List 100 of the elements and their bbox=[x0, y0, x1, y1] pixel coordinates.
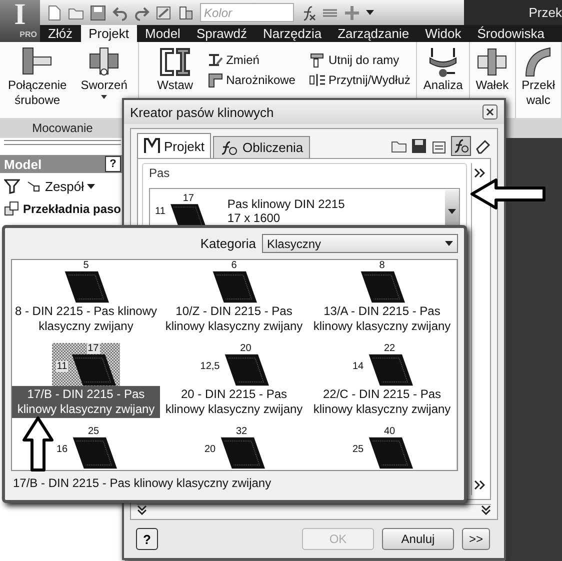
frame-profile-icon[interactable] bbox=[159, 46, 192, 78]
belt-section-icon bbox=[70, 354, 116, 386]
dimension-label: 6 bbox=[230, 260, 238, 271]
dimension-label: 25 bbox=[87, 426, 100, 437]
belt-item[interactable]: 12,5 20 20 - DIN 2215 - Pas klinowy klasyczny zwijany bbox=[160, 343, 308, 418]
dimension-label: 11 bbox=[56, 361, 68, 372]
dimension-label: 5 bbox=[82, 260, 90, 271]
window-title: Przek bbox=[528, 5, 562, 20]
assembly-icon[interactable] bbox=[4, 201, 20, 217]
close-icon[interactable] bbox=[482, 104, 498, 120]
ribbon-button[interactable]: Przytnij/Wydłuż bbox=[309, 72, 410, 88]
belt-section-icon bbox=[70, 437, 117, 469]
panel-label: Mocowanie bbox=[31, 120, 94, 137]
dimension-label: 22 bbox=[383, 343, 396, 354]
help-button[interactable]: ? bbox=[136, 528, 158, 550]
change-frame-icon[interactable] bbox=[207, 52, 224, 68]
dialog-tab[interactable]: Obliczenia bbox=[213, 136, 310, 158]
ribbon-button[interactable]: Połączenie śrubowe bbox=[8, 46, 67, 118]
belt-section-icon bbox=[63, 271, 109, 303]
beam-analysis-icon[interactable] bbox=[427, 46, 460, 78]
dialog-button[interactable]: Anuluj bbox=[382, 528, 454, 550]
dimension-label: 17 bbox=[86, 343, 100, 354]
status-text: 17/B - DIN 2215 - Pas klinowy klasyczny zwijany bbox=[12, 475, 272, 492]
calculation-icon bbox=[453, 138, 469, 154]
belt-section-icon bbox=[222, 354, 269, 386]
assembly-view-dropdown[interactable]: Zespół bbox=[26, 178, 96, 194]
dimension-label: 8 bbox=[378, 260, 386, 271]
ribbon-button[interactable]: Narożnikowe bbox=[207, 72, 296, 88]
undo-icon[interactable] bbox=[112, 4, 128, 20]
category-select[interactable]: Klasyczny bbox=[262, 234, 458, 253]
belt-name: 10/Z - DIN 2215 - Pas klinowy klasyczny zwijany bbox=[164, 303, 304, 335]
part-select-icon[interactable] bbox=[178, 4, 194, 20]
plus-icon[interactable] bbox=[344, 4, 360, 20]
ribbon-tab[interactable]: Narzędzia bbox=[255, 25, 330, 42]
dimension-label: 40 bbox=[383, 426, 396, 437]
redo-icon[interactable] bbox=[134, 4, 150, 20]
ribbon-button[interactable]: Sworzeń bbox=[80, 46, 128, 118]
calculation-icon bbox=[220, 140, 238, 156]
tree-item[interactable]: Przekładnia paso bbox=[0, 199, 125, 219]
ribbon-tab[interactable]: Złóż bbox=[40, 25, 81, 42]
caret-icon bbox=[87, 184, 96, 188]
caret-icon bbox=[448, 208, 456, 214]
belt-name: 13/A - DIN 2215 - Pas klinowy klasyczny zwijany bbox=[312, 303, 452, 335]
belt-name: 17/B - DIN 2215 - Pas klinowy klasyczny zwijany bbox=[12, 386, 160, 418]
extend-icon[interactable] bbox=[309, 72, 326, 88]
ribbon-button[interactable]: Zmień bbox=[207, 52, 296, 68]
save-icon[interactable] bbox=[90, 4, 106, 20]
filter-icon[interactable] bbox=[4, 178, 20, 194]
expand-icon[interactable] bbox=[474, 167, 484, 179]
belt-item[interactable]: 25 40 bbox=[308, 426, 456, 469]
belt-name: 22/C - DIN 2215 - Pas klinowy klasyczny zwijany bbox=[312, 386, 452, 418]
belt-item[interactable]: 14 22 22/C - DIN 2215 - Pas klinowy klasyczny zwijany bbox=[308, 343, 456, 418]
pin-icon[interactable] bbox=[88, 46, 120, 78]
dimension-label: 32 bbox=[235, 426, 248, 437]
calculate-toggle[interactable] bbox=[451, 136, 471, 156]
design-icon bbox=[144, 138, 160, 154]
ribbon-tab[interactable]: Środowiska bbox=[469, 25, 552, 42]
dimension-label: 16 bbox=[55, 444, 69, 455]
help-button[interactable]: ? bbox=[105, 156, 121, 172]
dimension-label: 12,5 bbox=[199, 361, 221, 372]
collapse-icon[interactable] bbox=[481, 505, 491, 515]
belt-item[interactable]: 20 32 bbox=[160, 426, 308, 469]
ribbon-button[interactable]: Przekł walc bbox=[522, 46, 555, 118]
ribbon-tab[interactable]: Projekt bbox=[80, 25, 138, 42]
corner-joint-icon[interactable] bbox=[207, 72, 224, 88]
dimension-label: 14 bbox=[351, 361, 365, 372]
new-file-icon[interactable] bbox=[46, 4, 62, 20]
appearance-icon[interactable] bbox=[156, 4, 172, 20]
ribbon-tab[interactable]: Zarządzanie bbox=[330, 25, 418, 42]
ribbon-tab[interactable]: Widok bbox=[417, 25, 470, 42]
belt-section-icon bbox=[366, 354, 413, 386]
expand-icon[interactable] bbox=[474, 479, 484, 491]
belt-item[interactable]: 5 8 - DIN 2215 - Pas klinowy klasyczny zwijany bbox=[12, 260, 160, 335]
browser-header[interactable]: Model ? bbox=[0, 155, 125, 173]
belt-item[interactable]: 11 17 17/B - DIN 2215 - Pas klinowy klasyczny zwijany bbox=[12, 343, 160, 418]
dialog-button[interactable]: >> bbox=[462, 528, 490, 550]
belt-name: 20 - DIN 2215 - Pas klinowy klasyczny zwijany bbox=[164, 386, 304, 418]
belt-item[interactable]: 6 10/Z - DIN 2215 - Pas klinowy klasyczny zwijany bbox=[160, 260, 308, 335]
category-label: Kategoria bbox=[200, 236, 256, 251]
collapse-icon[interactable] bbox=[137, 505, 147, 515]
customize-caret-icon bbox=[366, 10, 374, 15]
save-icon[interactable] bbox=[411, 138, 427, 154]
belt-section-icon bbox=[359, 271, 405, 303]
ribbon-button[interactable]: Analiza bbox=[423, 46, 463, 118]
ribbon-tab[interactable]: Model bbox=[137, 25, 188, 42]
ribbon-button[interactable]: Wałek bbox=[476, 46, 509, 118]
ribbon-tab[interactable]: Sprawdź bbox=[188, 25, 256, 42]
trim-icon[interactable] bbox=[309, 52, 326, 68]
dialog-title: Kreator pasów klinowych bbox=[130, 104, 274, 120]
caret-icon bbox=[445, 241, 453, 246]
shaft-icon[interactable] bbox=[476, 46, 508, 78]
dimension-label: 20 bbox=[203, 444, 217, 455]
application-button[interactable]: I PRO bbox=[0, 0, 40, 42]
belt-section-icon bbox=[366, 437, 413, 469]
style-field[interactable]: Kolor bbox=[200, 3, 294, 22]
belt-item[interactable]: 16 25 bbox=[12, 426, 160, 469]
ribbon-button[interactable]: Utnij do ramy bbox=[309, 52, 410, 68]
belt-item[interactable]: 8 13/A - DIN 2215 - Pas klinowy klasyczny zwijany bbox=[308, 260, 456, 335]
group-label: Pas bbox=[149, 166, 170, 180]
dialog-tab[interactable]: Projekt bbox=[137, 133, 212, 158]
